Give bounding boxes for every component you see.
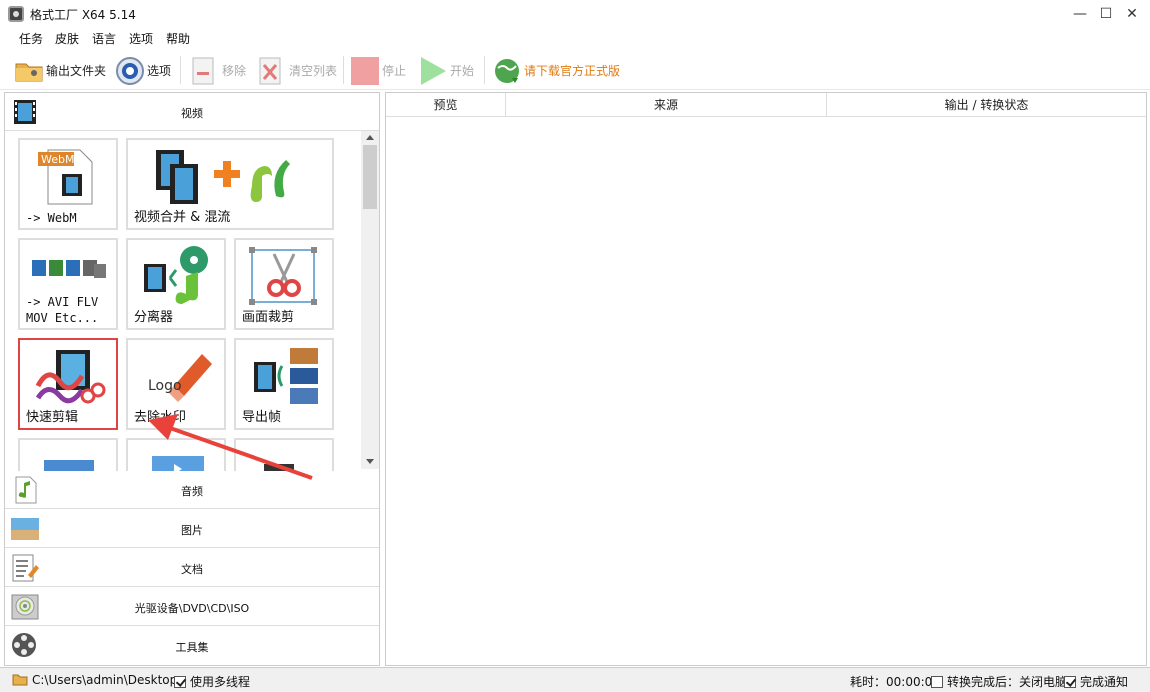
download-official-link[interactable]: 请下载官方正式版: [492, 54, 620, 86]
eraser-icon: Logo: [148, 354, 212, 402]
category-document[interactable]: 文档: [5, 549, 379, 587]
webm-file-icon: WebM: [38, 149, 93, 205]
category-image[interactable]: 图片: [5, 510, 379, 548]
gear-icon: [115, 56, 144, 85]
category-tools[interactable]: 工具集: [5, 627, 379, 665]
elapsed-time: 耗时：00:00:00: [850, 675, 940, 689]
checkbox-checked-icon: [174, 676, 186, 688]
tile-partial[interactable]: [18, 438, 118, 471]
close-button[interactable]: ✕: [1120, 2, 1144, 26]
screen-icon: [44, 460, 94, 471]
tile-partial[interactable]: [234, 438, 334, 471]
tile-partial[interactable]: [126, 438, 226, 471]
menu-options[interactable]: 选项: [129, 30, 153, 47]
scroll-down-arrow[interactable]: [366, 459, 374, 464]
scroll-thumb[interactable]: [363, 145, 377, 209]
column-preview[interactable]: 预览: [386, 93, 506, 117]
output-path[interactable]: C:\Users\admin\Desktop: [32, 673, 177, 687]
stop-button[interactable]: 停止: [350, 54, 406, 86]
multithread-checkbox[interactable]: 使用多线程: [174, 673, 250, 690]
menu-task[interactable]: 任务: [19, 30, 43, 47]
tile-avi-flv-mov[interactable]: -> AVI FLV MOV Etc...: [18, 238, 118, 330]
svg-text:Logo: Logo: [148, 378, 182, 394]
splitter-icon: [144, 246, 208, 304]
window-title: 格式工厂 X64 5.14: [30, 8, 136, 22]
column-source[interactable]: 来源: [506, 93, 827, 117]
minimize-button[interactable]: —: [1068, 2, 1092, 26]
tile-splitter[interactable]: 分离器: [126, 238, 226, 330]
options-button[interactable]: 选项: [115, 54, 171, 86]
folder-small-icon: [12, 672, 28, 689]
stop-icon: [350, 56, 379, 85]
crop-scissors-icon: [249, 247, 317, 305]
tile-export-frames[interactable]: 导出帧: [234, 338, 334, 430]
app-icon: [8, 6, 24, 22]
format-icons: [32, 260, 106, 278]
start-button[interactable]: 开始: [418, 54, 474, 86]
play-icon: [418, 56, 446, 85]
menu-language[interactable]: 语言: [92, 30, 116, 47]
after-convert-checkbox[interactable]: 转换完成后：关闭电脑: [931, 673, 1067, 690]
remove-button[interactable]: 移除: [190, 54, 246, 86]
remove-icon: [190, 56, 218, 85]
category-disc[interactable]: 光驱设备\DVD\CD\ISO: [5, 588, 379, 626]
notify-checkbox[interactable]: 完成通知: [1064, 673, 1128, 690]
tool-grid-scrollbar[interactable]: [361, 131, 379, 469]
category-video[interactable]: 视频: [5, 93, 379, 131]
screen-icon: [152, 456, 204, 471]
tile-crop[interactable]: 画面裁剪: [234, 238, 334, 330]
output-folder-button[interactable]: 输出文件夹: [14, 54, 106, 86]
clear-list-button[interactable]: 清空列表: [257, 54, 337, 86]
title-bar: 格式工厂 X64 5.14 — ☐ ✕: [0, 0, 1150, 28]
folder-icon: [14, 56, 43, 84]
globe-icon: [492, 56, 520, 84]
tool-grid: WebM -> WebM 视频合并 & 混流 -> AVI FLV MOV Et…: [5, 132, 379, 471]
checkbox-unchecked-icon: [931, 676, 943, 688]
merge-icon: [156, 150, 290, 204]
export-frames-icon: [254, 348, 318, 404]
clear-list-icon: [257, 56, 285, 85]
film-icon: [264, 464, 294, 471]
scroll-up-arrow[interactable]: [366, 135, 374, 140]
task-list-panel: 预览 来源 输出 / 转换状态: [385, 92, 1147, 666]
menu-skin[interactable]: 皮肤: [55, 30, 79, 47]
tile-webm[interactable]: WebM -> WebM: [18, 138, 118, 230]
menu-bar: 任务 皮肤 语言 选项 帮助: [0, 28, 1150, 48]
tile-quick-cut[interactable]: 快速剪辑: [18, 338, 118, 430]
tile-merge[interactable]: 视频合并 & 混流: [126, 138, 334, 230]
svg-text:WebM: WebM: [41, 153, 74, 166]
category-panel: 视频 WebM -> WebM 视频合并 & 混流 -> AVI FLV MOV…: [4, 92, 380, 666]
quick-cut-icon: [35, 350, 106, 404]
column-output-status[interactable]: 输出 / 转换状态: [827, 93, 1146, 117]
toolbar: 输出文件夹 选项 移除 清空列表 停止 开始 请下载官方正式版: [0, 50, 1150, 90]
checkbox-checked-icon: [1064, 676, 1076, 688]
tile-remove-watermark[interactable]: Logo 去除水印: [126, 338, 226, 430]
menu-help[interactable]: 帮助: [166, 30, 190, 47]
maximize-button[interactable]: ☐: [1094, 2, 1118, 26]
status-bar: C:\Users\admin\Desktop 使用多线程 耗时：00:00:00…: [0, 667, 1150, 692]
category-audio[interactable]: 音频: [5, 471, 379, 509]
